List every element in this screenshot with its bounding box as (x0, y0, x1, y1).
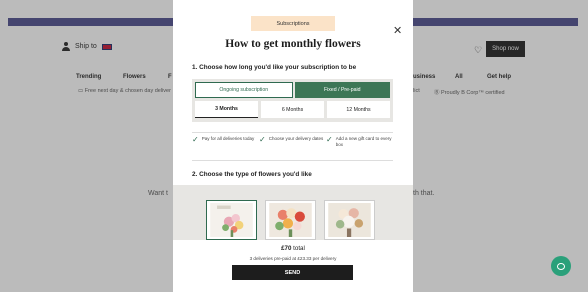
subscription-options: Ongoing subscription Fixed / Pre-paid 3 … (192, 79, 393, 122)
step-2-heading: 2. Choose the type of flowers you'd like (192, 171, 312, 178)
benefit-text: Add a new gift card to every box (335, 136, 392, 148)
benefit-text: Choose your delivery dates (268, 136, 324, 141)
close-icon[interactable]: ✕ (393, 24, 402, 37)
benefits-list: ✓ Pay for all deliveries today ✓ Choose … (192, 136, 393, 149)
step-1-heading: 1. Choose how long you'd like your subsc… (192, 64, 357, 71)
modal-title: How to get monthly flowers (225, 38, 361, 50)
divider (192, 160, 393, 161)
option-ongoing-subscription[interactable]: Ongoing subscription (195, 82, 293, 98)
month-option-3[interactable]: 3 Months (195, 101, 258, 118)
checkmark-icon: ✓ (326, 135, 333, 144)
benefit-text: Pay for all deliveries today (201, 136, 255, 141)
bouquet-image (210, 203, 253, 237)
checkmark-icon: ✓ (259, 135, 266, 144)
deliveries-note: 3 deliveries pre-paid at £23.33 per deli… (249, 256, 337, 261)
subscriptions-tag: Subscriptions (251, 16, 335, 31)
checkmark-icon: ✓ (192, 135, 199, 144)
send-button[interactable]: SEND (232, 265, 353, 280)
total-price: £70 total (281, 245, 305, 252)
divider (192, 132, 393, 133)
option-fixed-prepaid[interactable]: Fixed / Pre-paid (294, 82, 390, 98)
bouquet-image (269, 203, 312, 237)
month-option-6[interactable]: 6 Months (261, 101, 324, 118)
benefit-item: ✓ Add a new gift card to every box (326, 136, 393, 149)
benefit-item: ✓ Pay for all deliveries today (192, 136, 259, 149)
flower-option-card[interactable] (265, 200, 316, 240)
benefit-item: ✓ Choose your delivery dates (259, 136, 326, 149)
flower-option-card[interactable] (206, 200, 257, 240)
subscription-modal: Subscriptions ✕ How to get monthly flowe… (173, 0, 413, 292)
flower-option-card[interactable] (324, 200, 375, 240)
chat-icon (557, 262, 565, 270)
month-option-12[interactable]: 12 Months (327, 101, 390, 118)
chat-button[interactable] (551, 256, 571, 276)
bouquet-image (328, 203, 371, 237)
